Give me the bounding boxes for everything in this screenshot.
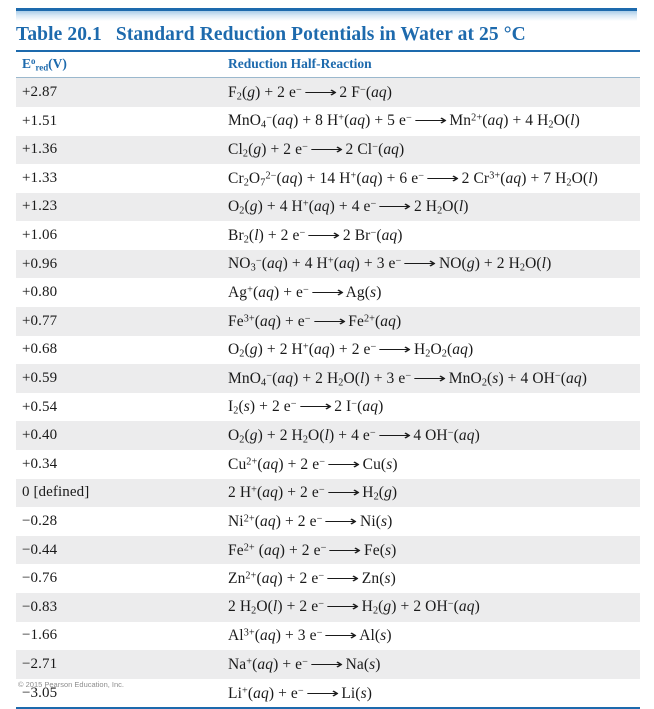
cell-half-reaction: Zn2+(aq) + 2 e− ⟶ Zn(s) [222,564,640,593]
cell-potential: −0.76 [16,564,222,593]
cell-potential: +0.40 [16,421,222,451]
cell-potential: +2.87 [16,77,222,107]
table-row: +0.34 Cu2+(aq) + 2 e− ⟶ Cu(s) [16,450,640,479]
table-row: −2.71 Na+(aq) + e− ⟶ Na(s) [16,650,640,679]
cell-half-reaction: 2 H+(aq) + 2 e− ⟶ H2(g) [222,478,640,508]
cell-half-reaction: O2(g) + 2 H+(aq) + 2 e− ⟶ H2O2(aq) [222,335,640,365]
cell-half-reaction: Cl2(g) + 2 e− ⟶ 2 Cl−(aq) [222,135,640,165]
cell-potential: 0 [defined] [16,478,222,508]
cell-half-reaction: Cu2+(aq) + 2 e− ⟶ Cu(s) [222,450,640,479]
table-body: +2.87 F2(g) + 2 e− ⟶ 2 F−(aq) +1.51 MnO4−(a… [16,77,640,709]
table-row: +0.54 I2(s) + 2 e− ⟶ 2 I−(aq) [16,392,640,422]
table-row: −0.28 Ni2+(aq) + 2 e− ⟶ Ni(s) [16,507,640,536]
table-row: +0.80 Ag+(aq) + e− ⟶ Ag(s) [16,278,640,308]
cell-potential: +1.06 [16,221,222,250]
table-row: +0.59 MnO4−(aq) + 2 H2O(l) + 3 e− ⟶ MnO2(… [16,364,640,393]
cell-potential: +0.68 [16,335,222,365]
cell-half-reaction: Fe2+ (aq) + 2 e− ⟶ Fe(s) [222,535,640,565]
table-top-accent-bar [16,8,637,21]
column-header-reaction: Reduction Half-Reaction [222,50,640,79]
cell-potential: +1.51 [16,106,222,136]
cell-potential: +0.77 [16,307,222,336]
cell-potential: −0.44 [16,535,222,565]
table-row: −0.83 2 H2O(l) + 2 e− ⟶ H2(g) + 2 OH−(aq) [16,593,640,622]
table-row: +1.06 Br2(l) + 2 e− ⟶ 2 Br−(aq) [16,221,640,250]
cell-potential: −0.83 [16,593,222,622]
cell-half-reaction: 2 H2O(l) + 2 e− ⟶ H2(g) + 2 OH−(aq) [222,593,640,622]
header-row: Eored(V) Reduction Half-Reaction [16,50,640,79]
cell-potential: +0.54 [16,392,222,422]
cell-half-reaction: Li+(aq) + e− ⟶ Li(s) [222,678,640,709]
cell-half-reaction: Ag+(aq) + e− ⟶ Ag(s) [222,278,640,308]
column-header-potential: Eored(V) [16,50,222,79]
accent-gradient [16,11,637,21]
copyright-credit: © 2015 Pearson Education, Inc. [18,680,125,689]
table-row: +1.51 MnO4−(aq) + 8 H+(aq) + 5 e− ⟶ Mn2+(… [16,106,640,136]
cell-potential: −0.28 [16,507,222,536]
table-row: +1.23 O2(g) + 4 H+(aq) + 4 e− ⟶ 2 H2O(l) [16,192,640,222]
cell-half-reaction: Al3+(aq) + 3 e− ⟶ Al(s) [222,621,640,651]
cell-potential: +1.36 [16,135,222,165]
table-row: +0.68 O2(g) + 2 H+(aq) + 2 e− ⟶ H2O2(aq) [16,335,640,365]
table-header: Eored(V) Reduction Half-Reaction [16,50,640,79]
table-number: Table 20.1 [16,24,102,45]
table-row: +0.96 NO3−(aq) + 4 H+(aq) + 3 e− ⟶ NO(g) … [16,249,640,279]
cell-half-reaction: Na+(aq) + e− ⟶ Na(s) [222,650,640,679]
cell-potential: +1.23 [16,192,222,222]
table-row: −0.76 Zn2+(aq) + 2 e− ⟶ Zn(s) [16,564,640,593]
cell-half-reaction: Ni2+(aq) + 2 e− ⟶ Ni(s) [222,507,640,536]
cell-half-reaction: Br2(l) + 2 e− ⟶ 2 Br−(aq) [222,221,640,250]
table-row: −1.66 Al3+(aq) + 3 e− ⟶ Al(s) [16,621,640,651]
table-row: +0.40 O2(g) + 2 H2O(l) + 4 e− ⟶ 4 OH−(aq) [16,421,640,451]
cell-half-reaction: Fe3+(aq) + e− ⟶ Fe2+(aq) [222,307,640,336]
cell-potential: +1.33 [16,164,222,193]
table-row: +1.33 Cr2O72−(aq) + 14 H+(aq) + 6 e− ⟶ 2 … [16,164,640,193]
reduction-potentials-table: Eored(V) Reduction Half-Reaction +2.87 F2… [16,50,640,709]
cell-half-reaction: I2(s) + 2 e− ⟶ 2 I−(aq) [222,392,640,422]
cell-half-reaction: Cr2O72−(aq) + 14 H+(aq) + 6 e− ⟶ 2 Cr3+(… [222,164,640,193]
cell-half-reaction: MnO4−(aq) + 8 H+(aq) + 5 e− ⟶ Mn2+(aq) +… [222,106,640,136]
cell-potential: −2.71 [16,650,222,679]
table-row: +1.36 Cl2(g) + 2 e− ⟶ 2 Cl−(aq) [16,135,640,165]
cell-potential: +0.34 [16,450,222,479]
cell-potential: +0.80 [16,278,222,308]
cell-half-reaction: O2(g) + 2 H2O(l) + 4 e− ⟶ 4 OH−(aq) [222,421,640,451]
table-row: +0.77 Fe3+(aq) + e− ⟶ Fe2+(aq) [16,307,640,336]
table-row: 0 [defined] 2 H+(aq) + 2 e− ⟶ H2(g) [16,478,640,508]
cell-potential: +0.59 [16,364,222,393]
table-row: +2.87 F2(g) + 2 e− ⟶ 2 F−(aq) [16,77,640,107]
cell-half-reaction: MnO4−(aq) + 2 H2O(l) + 3 e− ⟶ MnO2(s) + … [222,364,640,393]
cell-potential: −1.66 [16,621,222,651]
page-title: Table 20.1 Standard Reduction Potentials … [16,24,646,46]
cell-potential: +0.96 [16,249,222,279]
table-title-text: Standard Reduction Potentials in Water a… [115,24,526,45]
cell-half-reaction: NO3−(aq) + 4 H+(aq) + 3 e− ⟶ NO(g) + 2 H… [222,249,640,279]
cell-half-reaction: F2(g) + 2 e− ⟶ 2 F−(aq) [222,77,640,107]
cell-half-reaction: O2(g) + 4 H+(aq) + 4 e− ⟶ 2 H2O(l) [222,192,640,222]
table-row: −0.44 Fe2+ (aq) + 2 e− ⟶ Fe(s) [16,535,640,565]
